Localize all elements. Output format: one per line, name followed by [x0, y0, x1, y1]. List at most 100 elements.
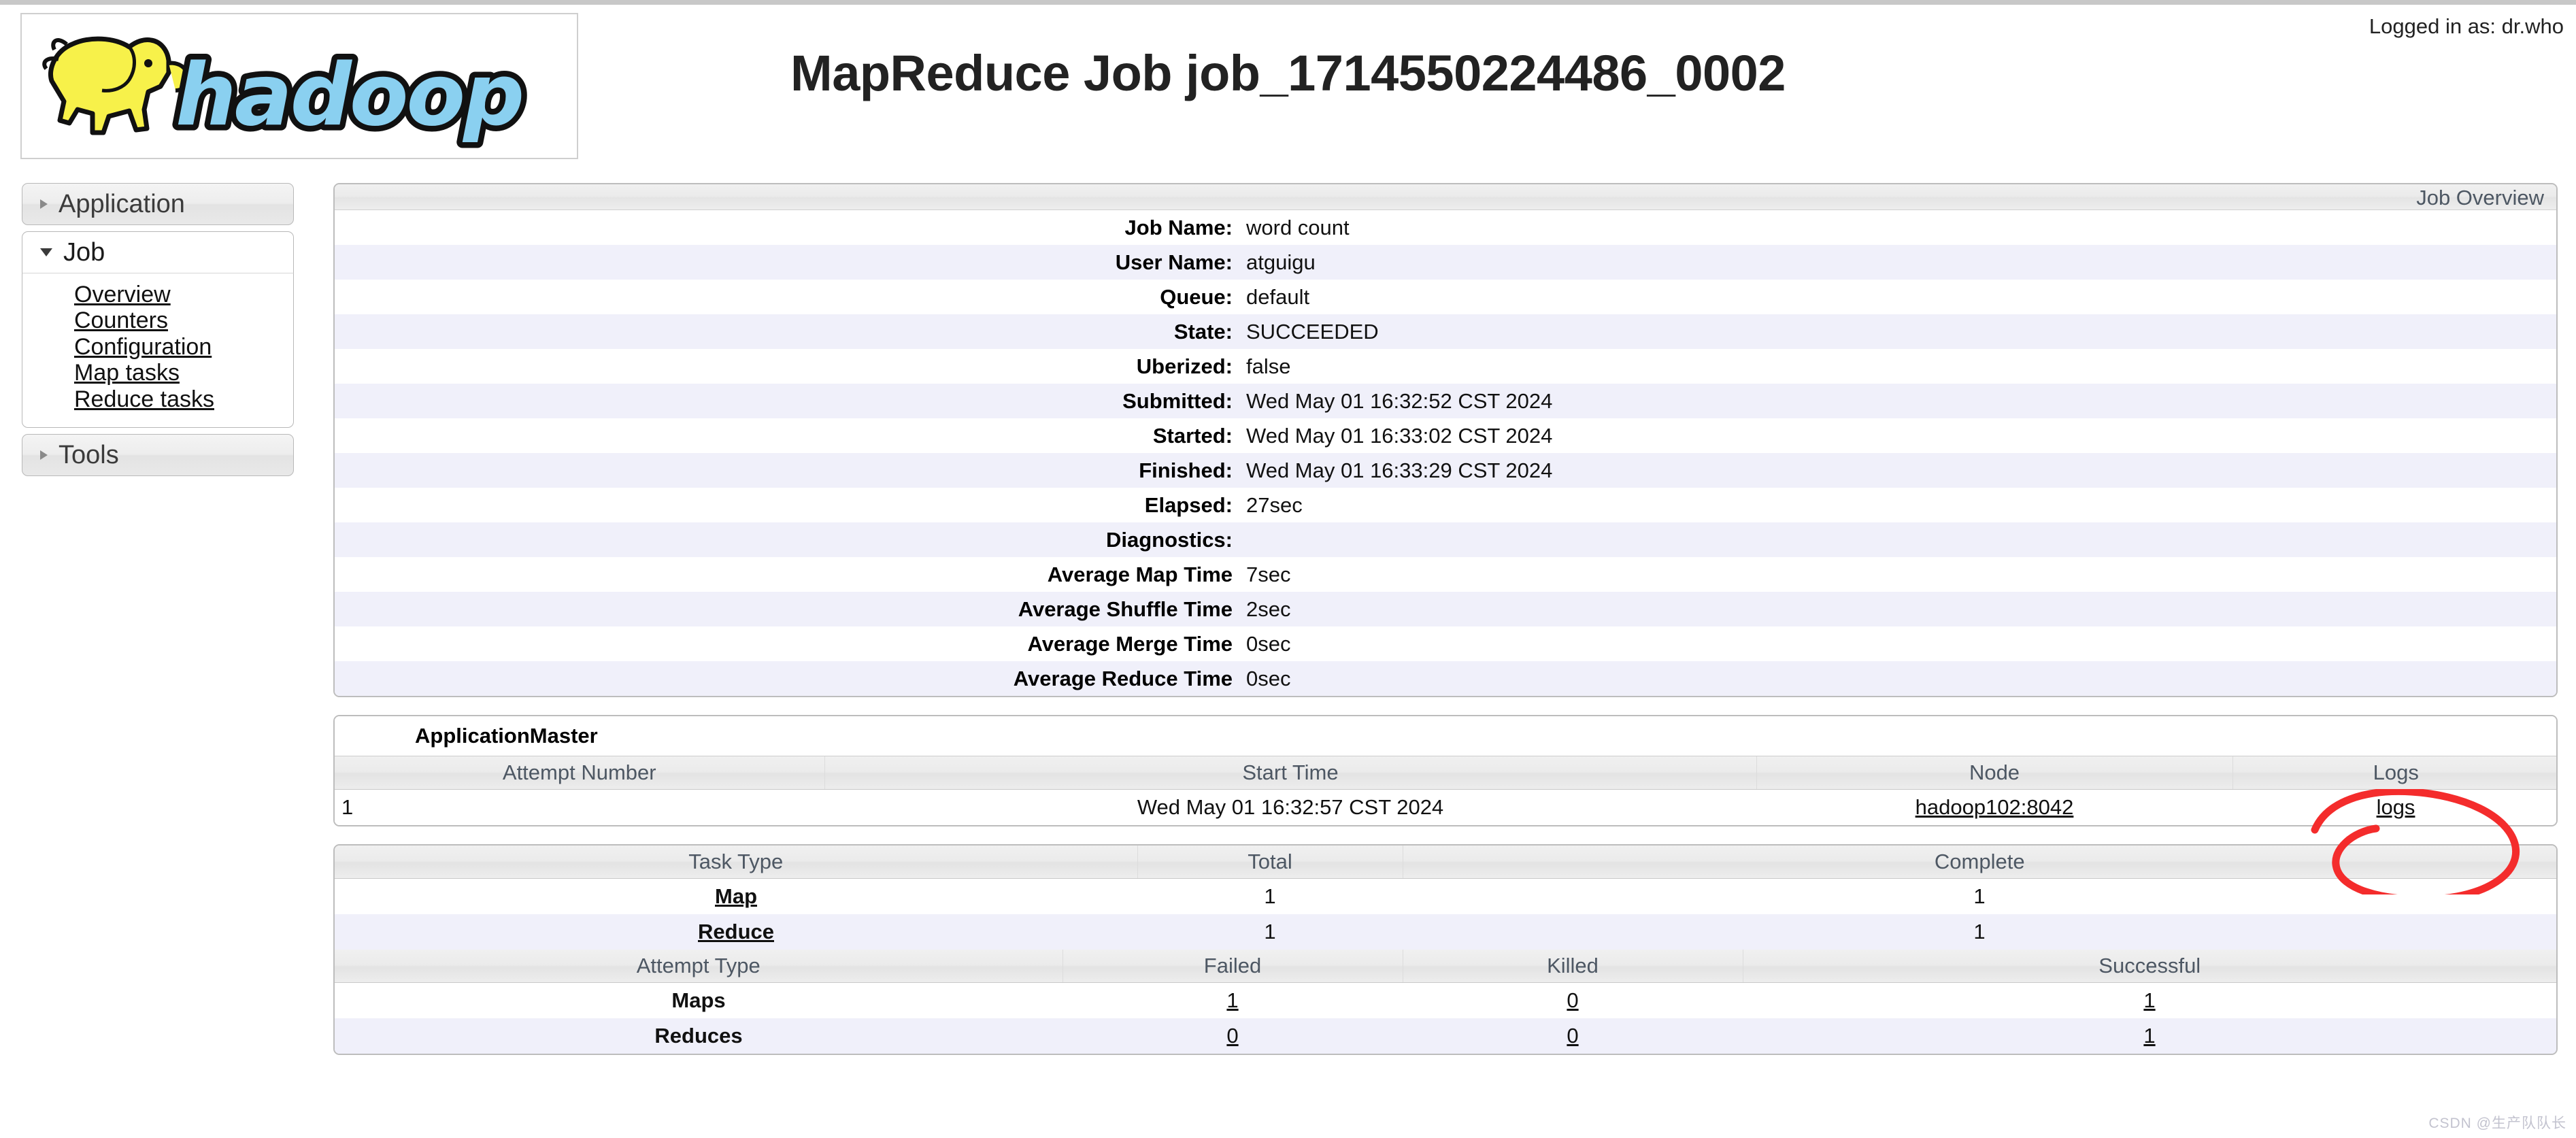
application-master-panel: ApplicationMaster Attempt Number Start T…: [333, 715, 2558, 826]
col-node: Node: [1756, 756, 2233, 790]
reduce-task-link[interactable]: Reduce: [698, 920, 774, 943]
sidebar-item-configuration[interactable]: Configuration: [74, 334, 212, 360]
row-value: 0sec: [1243, 661, 2556, 696]
cell-killed: 0: [1403, 982, 1743, 1018]
sidebar-section-tools-label: Tools: [58, 441, 119, 470]
row-key: Submitted:: [335, 384, 1243, 418]
row-value: [1243, 522, 2556, 557]
table-row: Job Name: word count: [335, 210, 2556, 245]
job-overview-caption: Job Overview: [335, 184, 2556, 210]
row-value: Wed May 01 16:32:52 CST 2024: [1243, 384, 2556, 418]
row-key: Finished:: [335, 453, 1243, 488]
node-link[interactable]: hadoop102:8042: [1916, 795, 2074, 819]
col-complete: Complete: [1403, 846, 2556, 879]
row-value: atguigu: [1243, 245, 2556, 280]
row-key: Average Reduce Time: [335, 661, 1243, 696]
panel-gap: [333, 697, 2558, 715]
sidebar-section-application[interactable]: Application: [22, 183, 294, 225]
table-row: Started: Wed May 01 16:33:02 CST 2024: [335, 418, 2556, 453]
cell-attempt-type: Reduces: [335, 1018, 1063, 1054]
col-successful: Successful: [1743, 950, 2556, 983]
logged-in-label: Logged in as: dr.who: [2369, 14, 2564, 38]
table-row: Maps 1 0 1: [335, 982, 2556, 1018]
row-value: 27sec: [1243, 488, 2556, 522]
cell-task-type: Reduce: [335, 914, 1137, 950]
cell-attempt-type: Maps: [335, 982, 1063, 1018]
maps-failed-link[interactable]: 1: [1226, 988, 1238, 1012]
col-attempt-type: Attempt Type: [335, 950, 1063, 983]
row-value: false: [1243, 349, 2556, 384]
row-value: SUCCEEDED: [1243, 314, 2556, 349]
application-master-table: Attempt Number Start Time Node Logs 1 We…: [335, 756, 2556, 825]
table-row: Average Map Time 7sec: [335, 557, 2556, 592]
task-summary-panel: Task Type Total Complete Map 1 1 Reduce …: [333, 844, 2558, 1055]
sidebar-job-items: Overview Counters Configuration Map task…: [22, 273, 294, 429]
maps-killed-link[interactable]: 0: [1567, 988, 1578, 1012]
col-task-type: Task Type: [335, 846, 1138, 879]
cell-task-type: Map: [335, 878, 1137, 914]
row-value: 0sec: [1243, 626, 2556, 661]
row-value: default: [1243, 280, 2556, 314]
chevron-right-icon: [40, 199, 48, 209]
table-header-row: Attempt Type Failed Killed Successful: [335, 950, 2556, 983]
cell-failed: 1: [1063, 982, 1403, 1018]
main-content: Job Overview Job Name: word count User Na…: [333, 183, 2558, 1055]
sidebar-item-reduce-tasks[interactable]: Reduce tasks: [74, 386, 214, 412]
table-row: User Name: atguigu: [335, 245, 2556, 280]
job-overview-panel: Job Overview Job Name: word count User Na…: [333, 183, 2558, 697]
table-row: Submitted: Wed May 01 16:32:52 CST 2024: [335, 384, 2556, 418]
watermark: CSDN @生产队队长: [2428, 1116, 2566, 1131]
cell-total: 1: [1137, 878, 1403, 914]
cell-logs: logs: [2232, 789, 2556, 825]
row-key: Elapsed:: [335, 488, 1243, 522]
row-value: 7sec: [1243, 557, 2556, 592]
row-key: Started:: [335, 418, 1243, 453]
col-killed: Killed: [1403, 950, 1743, 983]
application-master-title: ApplicationMaster: [335, 716, 2556, 756]
table-row: Reduces 0 0 1: [335, 1018, 2556, 1054]
cell-total: 1: [1137, 914, 1403, 950]
table-header-row: Task Type Total Complete: [335, 846, 2556, 879]
page-header: hadoop hadoop MapReduce Job job_17145502…: [0, 5, 2576, 168]
cell-failed: 0: [1063, 1018, 1403, 1054]
table-row: Reduce 1 1: [335, 914, 2556, 950]
row-key: Queue:: [335, 280, 1243, 314]
page-root: hadoop hadoop MapReduce Job job_17145502…: [0, 0, 2576, 1138]
reduces-successful-link[interactable]: 1: [2143, 1024, 2155, 1048]
row-key: Diagnostics:: [335, 522, 1243, 557]
col-failed: Failed: [1063, 950, 1403, 983]
cell-node: hadoop102:8042: [1756, 789, 2232, 825]
col-attempt-number: Attempt Number: [335, 756, 825, 790]
table-row: 1 Wed May 01 16:32:57 CST 2024 hadoop102…: [335, 789, 2556, 825]
row-key: Average Map Time: [335, 557, 1243, 592]
table-row: Uberized: false: [335, 349, 2556, 384]
sidebar-section-tools[interactable]: Tools: [22, 434, 294, 477]
map-task-link[interactable]: Map: [715, 884, 757, 908]
sidebar-item-map-tasks[interactable]: Map tasks: [74, 360, 180, 386]
maps-successful-link[interactable]: 1: [2143, 988, 2155, 1012]
table-header-row: Attempt Number Start Time Node Logs: [335, 756, 2556, 790]
table-row: Average Shuffle Time 2sec: [335, 592, 2556, 626]
reduces-killed-link[interactable]: 0: [1567, 1024, 1578, 1048]
sidebar-section-job[interactable]: Job: [22, 231, 294, 273]
col-total: Total: [1137, 846, 1403, 879]
panel-gap: [333, 826, 2558, 844]
row-key: Job Name:: [335, 210, 1243, 245]
sidebar-nav: Application Job Overview Counters Config…: [22, 183, 294, 482]
sidebar-item-counters[interactable]: Counters: [74, 307, 168, 333]
sidebar-section-application-label: Application: [58, 190, 185, 218]
attempt-summary-table: Attempt Type Failed Killed Successful Ma…: [335, 950, 2556, 1054]
table-row: State: SUCCEEDED: [335, 314, 2556, 349]
table-row: Finished: Wed May 01 16:33:29 CST 2024: [335, 453, 2556, 488]
table-row: Average Reduce Time 0sec: [335, 661, 2556, 696]
row-value: word count: [1243, 210, 2556, 245]
sidebar-item-overview[interactable]: Overview: [74, 282, 171, 307]
reduces-failed-link[interactable]: 0: [1226, 1024, 1238, 1048]
sidebar-section-job-label: Job: [63, 238, 105, 267]
table-row: Queue: default: [335, 280, 2556, 314]
table-row: Average Merge Time 0sec: [335, 626, 2556, 661]
logs-link[interactable]: logs: [2377, 795, 2415, 819]
row-value: Wed May 01 16:33:29 CST 2024: [1243, 453, 2556, 488]
cell-killed: 0: [1403, 1018, 1743, 1054]
table-row: Map 1 1: [335, 878, 2556, 914]
